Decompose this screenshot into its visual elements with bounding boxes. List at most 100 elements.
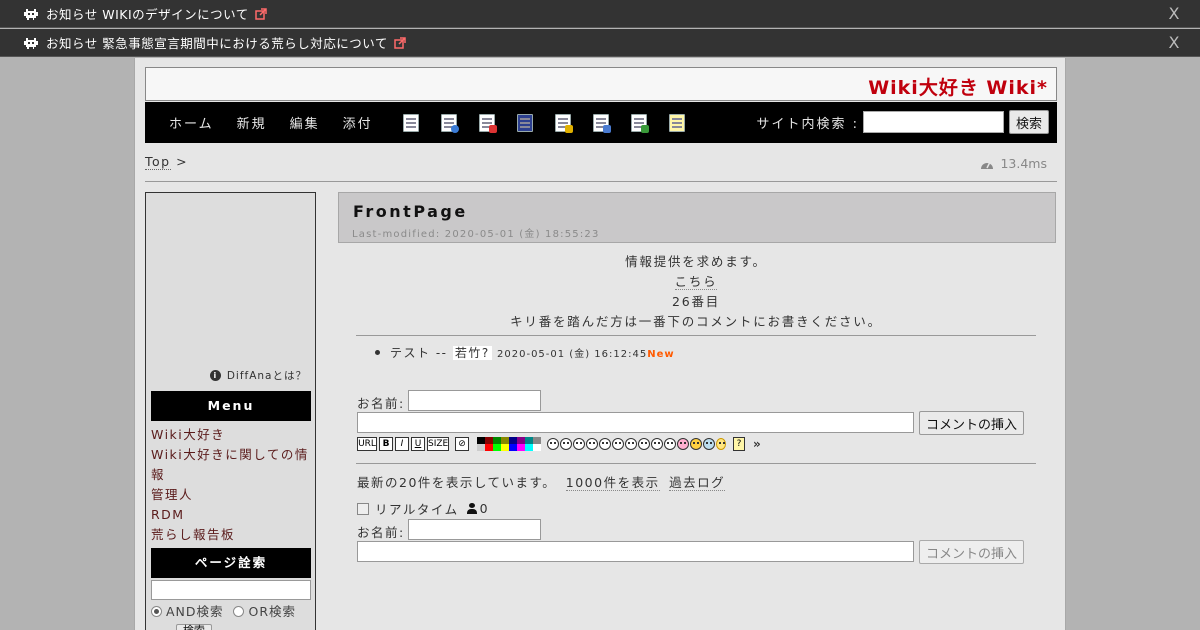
external-link-icon[interactable] [394, 36, 406, 49]
notice-text[interactable]: お知らせ WIKIのデザインについて [46, 4, 249, 23]
show-1000-link[interactable]: 1000件を表示 [565, 475, 660, 491]
archive-link[interactable]: 過去ログ [669, 475, 726, 491]
page-container: Wiki大好き Wiki* ホーム 新規 編集 添付 サイト内検索 : 検索 T… [134, 58, 1066, 630]
close-icon[interactable]: X [1169, 33, 1180, 52]
sweat-icon[interactable] [651, 438, 663, 450]
wink-icon[interactable] [599, 438, 611, 450]
comment-date: 2020-05-01 (金) 16:12:45 [497, 349, 648, 360]
body-line: こちら [357, 271, 1035, 290]
url-button[interactable]: URL [357, 437, 377, 451]
page-search-input[interactable] [151, 580, 311, 600]
heart-icon[interactable] [677, 438, 689, 450]
menu-item[interactable]: RDM [151, 505, 311, 525]
page-search-button[interactable]: 検索 [175, 624, 212, 630]
comment-author[interactable]: 若竹? [452, 346, 492, 360]
log-info-text: 最新の20件を表示しています。 [357, 475, 557, 490]
page-search-heading: ページ詮索 [151, 548, 311, 578]
search-mode: AND検索 OR検索 検索 [151, 603, 311, 630]
realtime-checkbox[interactable] [357, 502, 369, 515]
question-icon[interactable] [703, 438, 715, 450]
bold-button[interactable]: B [379, 437, 393, 451]
comment-text: テスト -- [390, 346, 448, 360]
menu-item[interactable]: Wiki大好き [151, 425, 311, 445]
menu-heading: Menu [151, 391, 311, 421]
kochira-link[interactable]: こちら [674, 274, 718, 290]
alien-icon [24, 37, 38, 49]
name-input[interactable] [408, 390, 541, 411]
underline-button[interactable]: U [411, 437, 425, 451]
bulb-icon[interactable] [716, 438, 726, 450]
site-search-label: サイト内検索 : [756, 116, 859, 132]
reload-icon[interactable] [440, 113, 459, 133]
user-count: 0 [479, 501, 490, 516]
site-search: サイト内検索 : 検索 [756, 110, 1049, 134]
and-label: AND検索 [166, 604, 224, 619]
huh-icon[interactable] [573, 438, 585, 450]
menu-item[interactable]: Wiki大好きに関しての情報 [151, 445, 311, 485]
name-label: お名前: [357, 396, 405, 411]
page-header: FrontPage Last-modified: 2020-05-01 (金) … [338, 192, 1056, 243]
diffana-link[interactable]: i DiffAnaとは？ [209, 368, 307, 383]
insert-comment-button[interactable]: コメントの挿入 [919, 540, 1025, 564]
navbar: ホーム 新規 編集 添付 サイト内検索 : 検索 [145, 102, 1057, 143]
rename-icon[interactable] [478, 113, 497, 133]
more-toggle[interactable]: » [753, 437, 761, 451]
worried-icon[interactable] [625, 438, 637, 450]
format-toolbar: URL B I U SIZE ⊘ ? » [357, 434, 761, 454]
close-icon[interactable]: X [1169, 4, 1180, 23]
help-icon[interactable]: ? [733, 437, 745, 451]
copy-page-icon[interactable] [402, 113, 419, 132]
site-header: Wiki大好き Wiki* [145, 67, 1057, 101]
breadcrumb-top-link[interactable]: Top [145, 154, 171, 170]
or-radio[interactable] [233, 606, 245, 617]
bigsmile-icon[interactable] [560, 438, 572, 450]
name-label: お名前: [357, 525, 405, 540]
list-icon[interactable] [592, 113, 611, 133]
diffana-label: DiffAnaとは？ [226, 370, 307, 382]
nav-new[interactable]: 新規 [237, 113, 267, 132]
comment-log-info: 最新の20件を表示しています。 1000件を表示 過去ログ [357, 472, 726, 491]
color-palette[interactable] [477, 437, 541, 451]
sad-icon[interactable] [612, 438, 624, 450]
divider [145, 181, 1057, 182]
angry-icon[interactable] [664, 438, 676, 450]
size-button[interactable]: SIZE [427, 437, 449, 451]
oh-icon[interactable] [586, 438, 598, 450]
site-search-input[interactable] [862, 111, 1004, 133]
comment-list: テスト -- 若竹? 2020-05-01 (金) 16:12:45New [375, 344, 675, 361]
star-icon[interactable] [690, 438, 702, 450]
name-input[interactable] [408, 519, 541, 540]
notice-bar-emergency: お知らせ 緊急事態宣言期間中における荒らし対応について X [0, 29, 1200, 57]
menu-item[interactable]: 荒らし報告板 [151, 525, 311, 545]
divider [356, 463, 1036, 464]
backup-icon[interactable] [630, 113, 649, 133]
attach-icon[interactable]: ⊘ [455, 437, 469, 451]
and-radio[interactable] [151, 606, 162, 617]
save-icon[interactable] [516, 113, 533, 132]
dashboard-icon [981, 161, 994, 169]
insert-comment-button[interactable]: コメントの挿入 [919, 411, 1025, 435]
nav-home[interactable]: ホーム [169, 113, 214, 132]
breadcrumb: Top > [145, 154, 188, 170]
nav-attach[interactable]: 添付 [343, 113, 373, 132]
comment-input[interactable] [357, 412, 914, 433]
nav-edit[interactable]: 編集 [290, 113, 320, 132]
site-search-button[interactable]: 検索 [1008, 110, 1049, 134]
smile-icon[interactable] [547, 438, 559, 450]
notice-text[interactable]: お知らせ 緊急事態宣言期間中における荒らし対応について [46, 33, 388, 52]
menu-item[interactable]: 管理人 [151, 485, 311, 505]
page-title[interactable]: FrontPage [353, 202, 468, 221]
external-link-icon[interactable] [255, 7, 267, 20]
user-icon [466, 503, 477, 514]
realtime-row: リアルタイム 0 [357, 499, 489, 518]
lock-icon[interactable] [554, 113, 573, 133]
site-title[interactable]: Wiki大好き Wiki* [868, 73, 1048, 100]
help-icon[interactable] [668, 113, 685, 132]
bullet [375, 350, 380, 355]
body-line: 情報提供を求めます。 [625, 254, 767, 269]
divider [356, 335, 1036, 336]
italic-button[interactable]: I [395, 437, 409, 451]
comment-input[interactable] [357, 541, 914, 562]
new-badge: New [647, 349, 675, 360]
tear-icon[interactable] [638, 438, 650, 450]
